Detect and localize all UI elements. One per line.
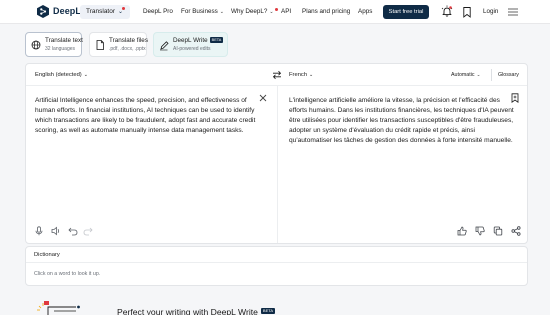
nav-api[interactable]: API [281,8,291,15]
nav-why-deepl-label: Why DeepL? [231,8,268,15]
menu-icon[interactable] [508,7,518,17]
translator-panel: English (detected) ⌄ French ⌄ Automatic ⌄ G… [25,63,528,244]
target-language-select[interactable]: French ⌄ [289,72,313,78]
glossary-button[interactable]: Glossary [498,72,519,78]
promo-text: Perfect your writing with DeepL Write [117,307,258,315]
chevron-down-icon: ⌄ [83,72,88,78]
speaker-icon[interactable] [51,226,61,236]
thumbs-down-icon[interactable] [475,226,485,236]
chevron-down-icon: ⌄ [269,9,274,15]
bell-icon[interactable] [440,5,454,19]
nav-why-deepl[interactable]: Why DeepL? ⌄ [231,8,278,15]
microphone-icon[interactable] [34,226,44,236]
nav-plans-pricing[interactable]: Plans and pricing [302,8,350,15]
beta-badge: BETA [260,308,276,314]
target-language-label: French [289,72,308,78]
source-text-input[interactable]: Artificial Intelligence enhances the spe… [35,96,265,136]
tab-title: DeepL Write BETA [173,37,224,44]
language-bar: English (detected) ⌄ French ⌄ Automatic ⌄ G… [26,64,527,86]
top-header: DeepL Translator ⌄ DeepL Pro For Busines… [0,0,550,24]
dictionary-title: Dictionary [34,252,60,258]
tab-subtitle: AI-powered edits [173,46,211,52]
formality-select[interactable]: Automatic ⌄ [451,72,480,78]
redo-icon[interactable] [83,226,93,236]
nav-apps[interactable]: Apps [358,8,372,15]
beta-badge: BETA [209,37,224,43]
chevron-down-icon: ⌄ [219,9,224,15]
panel-divider [277,86,278,243]
login-link[interactable]: Login [483,8,498,15]
dictionary-header: Dictionary [26,247,527,263]
translator-label: Translator [86,8,116,15]
notification-dot [274,8,278,11]
pen-icon [160,41,169,51]
write-illustration [37,301,80,315]
toolbar-divider [491,69,492,81]
close-icon[interactable] [259,94,267,102]
tab-translate-text[interactable]: Translate text 32 languages [25,32,83,57]
undo-icon[interactable] [68,226,78,236]
tab-title-text: DeepL Write [173,37,208,44]
promo-heading[interactable]: Perfect your writing with DeepL Write BET… [117,307,276,315]
logo-text[interactable]: DeepL [53,6,81,16]
nav-deepl-pro[interactable]: DeepL Pro [143,8,173,15]
chevron-down-icon: ⌄ [476,72,481,77]
source-language-select[interactable]: English (detected) ⌄ [35,72,88,78]
tab-subtitle: .pdf, .docx, .pptx [109,46,146,52]
tab-deepl-write[interactable]: DeepL Write BETA AI-powered edits [153,32,228,57]
nav-for-business-label: For Business [181,8,218,15]
bookmark-icon[interactable] [460,5,474,19]
dictionary-hint: Click on a word to look it up. [34,271,101,277]
share-icon[interactable] [511,226,521,236]
nav-for-business[interactable]: For Business ⌄ [181,8,224,15]
tab-title: Translate text [45,37,83,44]
bookmark-icon[interactable] [511,93,519,103]
chevron-down-icon: ⌄ [309,72,314,78]
translator-dropdown[interactable]: Translator ⌄ [80,5,130,19]
file-icon [96,40,104,50]
deepl-logo-icon[interactable] [37,5,49,18]
tab-translate-files[interactable]: Translate files .pdf, .docx, .pptx [89,32,148,57]
thumbs-up-icon[interactable] [457,226,467,236]
formality-label: Automatic [451,72,475,78]
translated-text-output[interactable]: L'intelligence artificielle améliore la … [289,96,519,146]
dictionary-panel: Dictionary Click on a word to look it up… [25,246,528,286]
copy-icon[interactable] [493,226,503,236]
globe-icon [31,40,41,50]
swap-icon[interactable] [272,70,282,80]
tab-subtitle: 32 languages [45,46,76,52]
start-free-trial-button[interactable]: Start free trial [383,5,429,19]
source-language-label: English (detected) [35,72,82,78]
notification-dot [122,7,125,10]
tab-title: Translate files [109,37,148,44]
